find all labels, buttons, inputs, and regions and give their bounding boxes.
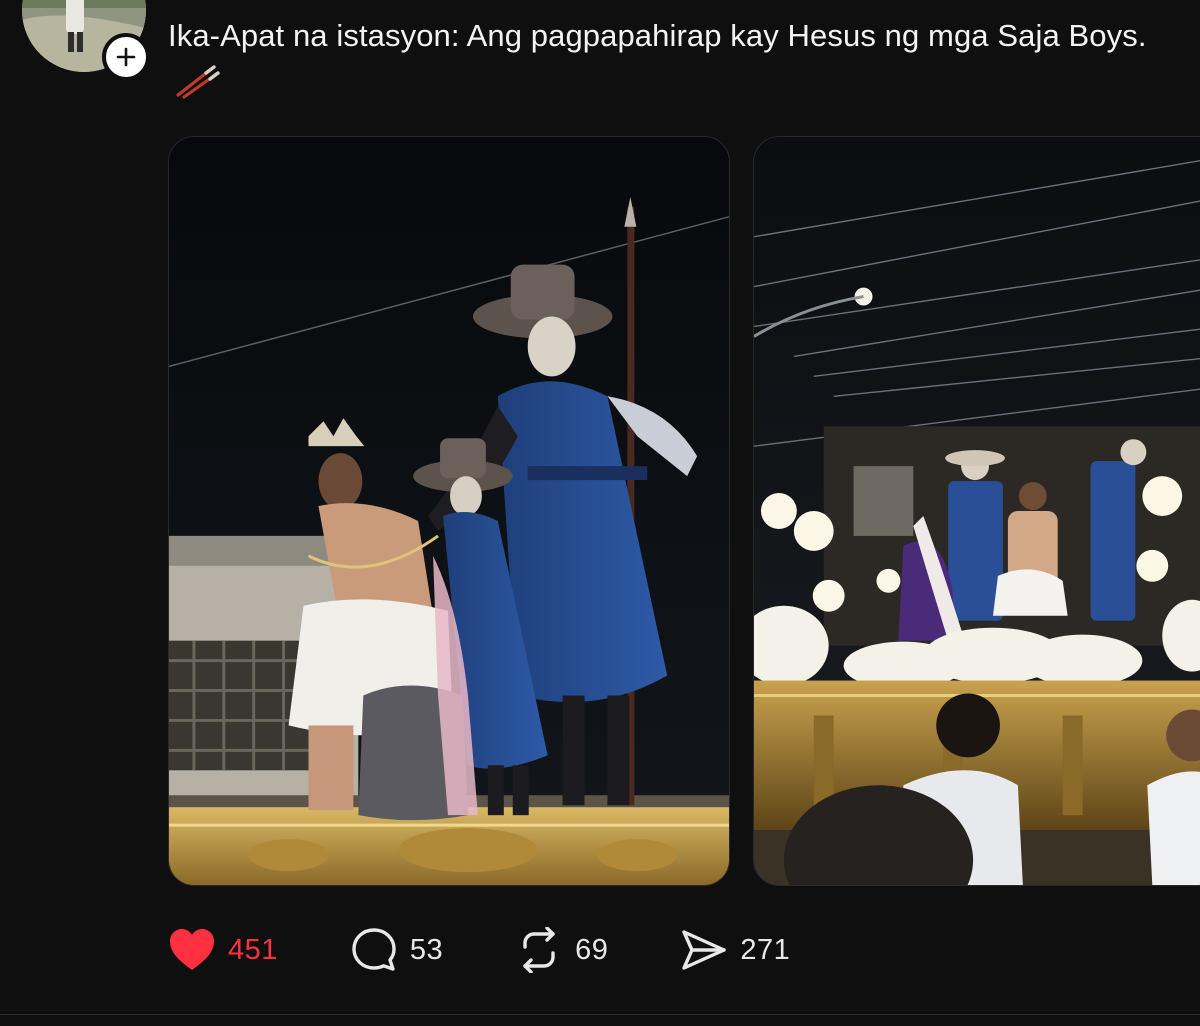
share-count: 271: [740, 933, 791, 966]
post-image-1[interactable]: [168, 136, 730, 886]
comment-button[interactable]: 53: [350, 927, 443, 973]
like-button[interactable]: 451: [168, 928, 278, 972]
post-divider: [0, 1014, 1200, 1015]
repost-count: 69: [575, 933, 609, 966]
post: Ika-Apat na istasyon: Ang pagpapahirap k…: [0, 0, 1200, 1026]
photo-procession-float: [754, 137, 1200, 885]
plus-icon: [116, 47, 136, 67]
post-caption: Ika-Apat na istasyon: Ang pagpapahirap k…: [168, 12, 1178, 106]
send-icon: [682, 930, 727, 970]
share-button[interactable]: 271: [680, 928, 790, 972]
action-bar: 451 53 69 271: [168, 922, 862, 978]
chopsticks-emoji: [174, 61, 220, 99]
follow-button[interactable]: [102, 33, 150, 81]
like-count: 451: [228, 933, 278, 966]
photo-procession-statues: [169, 137, 729, 885]
heart-icon: [170, 929, 214, 970]
repost-button[interactable]: 69: [515, 927, 608, 973]
post-image-2[interactable]: [753, 136, 1200, 886]
repost-icon: [523, 927, 555, 973]
media-carousel[interactable]: [0, 136, 1200, 886]
comment-count: 53: [409, 933, 444, 966]
comment-icon: [352, 928, 396, 971]
caption-text: Ika-Apat na istasyon: Ang pagpapahirap k…: [168, 18, 1147, 53]
